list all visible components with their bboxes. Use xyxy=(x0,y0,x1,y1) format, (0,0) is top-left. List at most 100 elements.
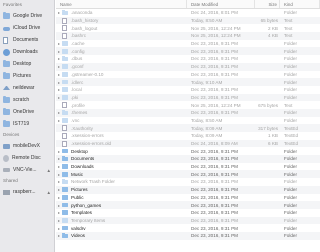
date-modified-column-header[interactable]: Date Modified xyxy=(187,0,255,8)
sidebar-item[interactable]: IST719 xyxy=(0,118,54,130)
eject-icon[interactable]: ▲ xyxy=(47,168,51,173)
table-row[interactable]: ▸ .config Dec 23, 2016, 9:31 PM Folder xyxy=(56,47,320,56)
sidebar-item[interactable]: Desktop xyxy=(0,58,54,70)
kind-cell: Folder xyxy=(284,48,298,54)
kind-cell: Folder xyxy=(284,87,298,93)
file-name: Templates xyxy=(71,210,92,216)
sidebar-item[interactable]: neildewar xyxy=(0,82,54,94)
kind-cell: TextEd xyxy=(284,133,299,139)
table-row[interactable]: .xsession-errors.old Dec 24, 2016, 8:09 A… xyxy=(56,139,320,148)
kind-column-header[interactable]: Kind xyxy=(280,0,320,8)
table-row[interactable]: .xsession-errors Today, 8:09 AM 1 KB TextEd xyxy=(56,132,320,140)
sidebar-item-label: Downloads xyxy=(13,49,38,55)
date-modified-cell: Dec 23, 2016, 9:31 PM xyxy=(191,233,238,239)
name-cell: .bash_logout xyxy=(56,25,187,32)
table-row[interactable]: ▸ .gconf Dec 23, 2016, 9:31 PM Folder xyxy=(56,62,320,71)
table-row[interactable]: .bash_history Today, 8:50 AM 65 bytes Text xyxy=(56,16,320,25)
table-row[interactable]: ▸ .pki Dec 23, 2016, 9:31 PM Folder xyxy=(56,93,320,102)
file-name: .cache xyxy=(71,41,85,47)
table-row[interactable]: ▸ Videos Dec 23, 2016, 9:31 PM Folder xyxy=(56,231,320,240)
name-column-header[interactable]: Name xyxy=(56,0,187,8)
table-row[interactable]: .bashrc Nov 25, 2016, 12:24 PM 4 KB Text xyxy=(56,32,320,40)
name-cell: ▸ .dbus xyxy=(56,56,187,61)
sidebar-item-label: mobileDevX xyxy=(13,143,40,149)
name-cell: .xsession-errors.old xyxy=(56,140,187,147)
file-name: .idlerc xyxy=(71,79,84,85)
table-row[interactable]: ▸ .cache Dec 23, 2016, 9:31 PM Folder xyxy=(56,40,320,48)
folder-icon xyxy=(3,60,10,67)
table-row[interactable]: ▸ Templates Dec 23, 2016, 9:31 PM Folder xyxy=(56,209,320,217)
table-row[interactable]: ▸ Downloads Dec 23, 2016, 9:31 PM Folder xyxy=(56,163,320,171)
sidebar-item[interactable]: Documents xyxy=(0,34,54,46)
devices-list: mobileDevX Remote Disc VNC-Vie... ▲ xyxy=(0,140,54,176)
size-cell: 65 bytes xyxy=(260,18,278,24)
document-icon xyxy=(3,36,8,44)
table-row[interactable]: ▸ Music Dec 23, 2016, 9:31 PM Folder xyxy=(56,170,320,179)
folder-icon xyxy=(62,56,68,62)
monitor-icon xyxy=(3,143,10,149)
sidebar-item[interactable]: Google Drive xyxy=(0,10,54,22)
table-row[interactable]: ▸ .dbus Dec 23, 2016, 9:31 PM Folder xyxy=(56,55,320,63)
name-cell: ▸ valsdrv xyxy=(56,225,187,231)
folder-icon xyxy=(62,117,68,123)
table-row[interactable]: ▸ Network Trash Folder Dec 23, 2016, 9:31 … xyxy=(56,178,320,186)
file-name: Videos xyxy=(71,233,85,239)
table-row[interactable]: ▸ .gstreamer-0.10 Dec 23, 2016, 9:31 PM Fol… xyxy=(56,71,320,79)
file-name: Downloads xyxy=(71,164,94,170)
sidebar-item[interactable]: mobileDevX xyxy=(0,140,54,152)
file-name: .dbus xyxy=(71,56,83,62)
table-row[interactable]: ▸ .anaconda Dec 24, 2016, 8:01 PM Folder xyxy=(56,9,320,17)
folder-icon xyxy=(62,87,68,92)
sidebar-item[interactable]: VNC-Vie... ▲ xyxy=(0,164,54,176)
name-cell: ▸ python_games xyxy=(56,202,187,208)
folder-icon xyxy=(3,120,10,127)
sidebar-item[interactable]: raspberr... ▲ xyxy=(0,186,54,198)
name-cell: ▸ Downloads xyxy=(56,164,187,169)
file-name: .themes xyxy=(71,110,88,116)
file-name: Temporary Items xyxy=(71,217,106,223)
table-row[interactable]: ▸ Public Dec 23, 2016, 9:31 PM Folder xyxy=(56,194,320,202)
eject-icon[interactable]: ▲ xyxy=(47,190,51,195)
kind-cell: Folder xyxy=(284,217,298,223)
sidebar-item-label: IST719 xyxy=(13,121,30,127)
table-row[interactable]: ▸ Pictures Dec 23, 2016, 9:31 PM Folder xyxy=(56,185,320,194)
folder-icon xyxy=(62,210,68,215)
sidebar-item[interactable]: Remote Disc xyxy=(0,152,54,164)
sidebar-item[interactable]: iCloud Drive xyxy=(0,22,54,34)
name-cell: ▸ Temporary Items xyxy=(56,217,187,223)
table-row[interactable]: ▸ valsdrv Dec 23, 2016, 9:31 PM Folder xyxy=(56,224,320,232)
folder-icon xyxy=(62,187,68,192)
kind-cell: Folder xyxy=(284,41,298,47)
size-cell: 4 KB xyxy=(268,33,278,39)
file-icon xyxy=(62,25,67,32)
table-row[interactable]: .bash_logout Nov 25, 2016, 12:24 PM 2 KB Te… xyxy=(56,24,320,32)
kind-cell: Folder xyxy=(284,10,298,16)
file-name: Music xyxy=(71,171,83,177)
table-row[interactable]: ▸ python_games Dec 23, 2016, 9:31 PM Folder xyxy=(56,201,320,209)
size-column-header[interactable]: Size xyxy=(255,0,280,8)
date-modified-cell: Today, 8:50 AM xyxy=(191,117,223,123)
table-row[interactable]: .profile Nov 25, 2016, 12:24 PM 675 bytes T… xyxy=(56,101,320,109)
kind-cell: Folder xyxy=(284,202,298,208)
finder-sidebar: Favorites Google Drive iCloud Drive Docume… xyxy=(0,0,55,252)
folder-icon xyxy=(62,217,68,223)
table-row[interactable]: ▸ Desktop Dec 23, 2016, 9:31 PM Folder xyxy=(56,147,320,155)
kind-cell: Folder xyxy=(284,71,298,77)
table-row[interactable]: .Xauthority Today, 8:09 AM 317 bytes TextEd xyxy=(56,124,320,132)
sidebar-item[interactable]: Pictures xyxy=(0,70,54,82)
sidebar-item[interactable]: OneDrive xyxy=(0,106,54,118)
column-header: Name Date Modified Size Kind xyxy=(56,0,320,9)
sidebar-item[interactable]: Downloads xyxy=(0,46,54,58)
table-row[interactable]: ▸ .vnc Today, 8:50 AM Folder xyxy=(56,117,320,125)
sidebar-item[interactable]: scratch xyxy=(0,94,54,106)
table-row[interactable]: ▸ Documents Dec 23, 2016, 9:31 PM Folder xyxy=(56,155,320,163)
table-row[interactable]: ▸ .idlerc Today, 9:10 AM Folder xyxy=(56,78,320,86)
table-row[interactable]: ▸ .local Dec 23, 2016, 9:31 PM Folder xyxy=(56,86,320,94)
table-row[interactable]: ▸ Temporary Items Dec 23, 2016, 9:31 PM Fol… xyxy=(56,216,320,225)
kind-cell: Folder xyxy=(284,233,298,239)
name-cell: ▸ .gstreamer-0.10 xyxy=(56,71,187,77)
kind-cell: TextEd xyxy=(284,141,299,147)
name-cell: .xsession-errors xyxy=(56,132,187,139)
drive-icon xyxy=(3,168,10,172)
table-row[interactable]: ▸ .themes Dec 23, 2016, 9:31 PM Folder xyxy=(56,108,320,117)
